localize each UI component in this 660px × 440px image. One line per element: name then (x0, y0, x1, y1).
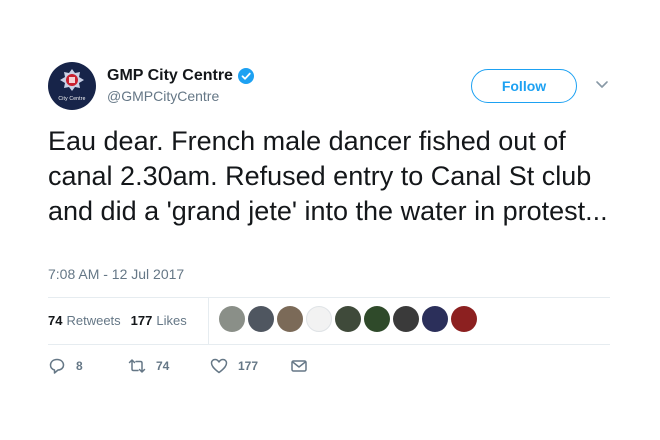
chevron-down-icon[interactable] (595, 80, 609, 90)
envelope-icon (291, 360, 307, 372)
tweet-timestamp[interactable]: 7:08 AM - 12 Jul 2017 (48, 266, 184, 282)
police-badge-icon (60, 69, 84, 91)
follow-button[interactable]: Follow (471, 69, 577, 103)
retweet-count: 74 (156, 359, 170, 373)
tweet-stats: 74 Retweets 177 Likes (48, 313, 197, 328)
avatar[interactable]: City Centre (48, 62, 96, 110)
avatar-caption: City Centre (58, 96, 86, 102)
tweet-text: Eau dear. French male dancer fished out … (48, 126, 608, 226)
account-handle[interactable]: @GMPCityCentre (107, 88, 254, 104)
likes-stat[interactable]: 177 Likes (131, 313, 187, 328)
retweets-label: Retweets (66, 313, 121, 328)
divider (48, 344, 610, 345)
reply-action[interactable]: 8 (48, 357, 128, 375)
liker-avatar-9[interactable] (451, 306, 477, 332)
like-count: 177 (238, 359, 259, 373)
display-name[interactable]: GMP City Centre (107, 67, 233, 85)
message-action[interactable] (290, 357, 308, 375)
divider (48, 297, 610, 298)
likes-count: 177 (130, 313, 153, 328)
liker-avatar-5[interactable] (335, 306, 361, 332)
liker-avatar-3[interactable] (277, 306, 303, 332)
heart-icon (210, 358, 228, 374)
retweet-action[interactable]: 74 (128, 357, 210, 375)
tweet-header: City Centre GMP City Centre @GMPCityCent… (48, 62, 618, 112)
liker-avatar-2[interactable] (248, 306, 274, 332)
liker-avatar-1[interactable] (219, 306, 245, 332)
liker-avatars (219, 306, 480, 332)
stats-separator (208, 297, 209, 344)
retweets-stat[interactable]: 74 Retweets (48, 313, 121, 328)
reply-count: 8 (76, 359, 83, 373)
retweet-icon (128, 359, 146, 373)
liker-avatar-6[interactable] (364, 306, 390, 332)
likes-label: Likes (156, 313, 187, 328)
retweets-count: 74 (48, 313, 63, 328)
tweet-card: City Centre GMP City Centre @GMPCityCent… (0, 0, 660, 440)
tweet-actions: 8 74 177 (48, 357, 308, 375)
reply-icon (49, 358, 65, 374)
verified-badge-icon (237, 68, 254, 84)
liker-avatar-8[interactable] (422, 306, 448, 332)
account-names: GMP City Centre @GMPCityCentre (107, 67, 254, 104)
display-name-row: GMP City Centre (107, 67, 254, 85)
liker-avatar-4[interactable] (306, 306, 332, 332)
liker-avatar-7[interactable] (393, 306, 419, 332)
like-action[interactable]: 177 (210, 357, 290, 375)
